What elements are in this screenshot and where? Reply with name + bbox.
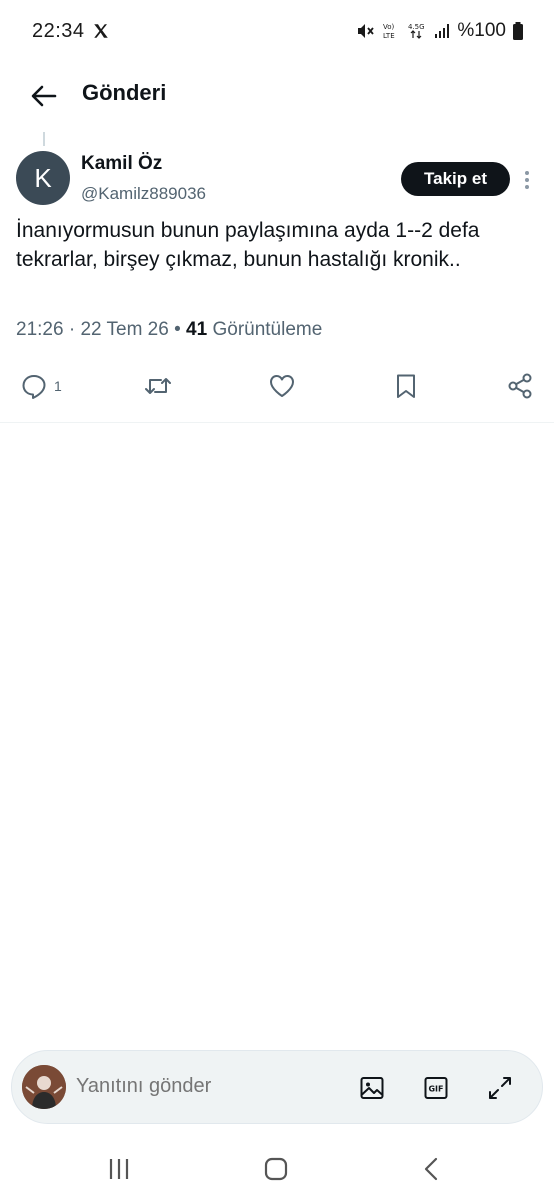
- like-icon: [270, 375, 294, 397]
- header: Gönderi: [0, 62, 554, 132]
- divider: [0, 422, 554, 423]
- recent-apps-icon[interactable]: [104, 1154, 134, 1184]
- like-button[interactable]: [268, 368, 296, 404]
- bookmark-button[interactable]: [392, 368, 420, 404]
- system-nav-bar: [0, 1136, 554, 1200]
- image-icon[interactable]: [358, 1074, 386, 1102]
- page-title: Gönderi: [82, 80, 167, 105]
- reply-input[interactable]: [76, 1075, 336, 1098]
- user-avatar: [22, 1065, 66, 1109]
- home-icon[interactable]: [261, 1154, 291, 1184]
- status-bar: 22:34 Vo) LTE 4.5G %100: [0, 0, 554, 62]
- battery-text: %100: [457, 20, 506, 41]
- svg-text:GIF: GIF: [428, 1085, 443, 1094]
- status-icons: Vo) LTE 4.5G %100: [355, 20, 524, 42]
- views-count[interactable]: 41: [186, 319, 207, 340]
- reply-button[interactable]: 1: [20, 368, 62, 404]
- battery-icon: [513, 22, 523, 40]
- gif-icon[interactable]: GIF: [422, 1074, 450, 1102]
- reply-count: 1: [54, 378, 62, 394]
- svg-text:Vo): Vo): [383, 23, 395, 31]
- author-name[interactable]: Kamil Öz: [81, 153, 162, 175]
- bookmark-icon: [397, 374, 415, 398]
- back-nav-icon[interactable]: [417, 1154, 447, 1184]
- x-logo-icon: [94, 24, 108, 38]
- 4-5g-icon: 4.5G: [408, 23, 425, 39]
- retweet-button[interactable]: [144, 368, 172, 404]
- views-label[interactable]: Görüntüleme: [212, 319, 322, 340]
- arrow-left-icon[interactable]: [28, 80, 60, 112]
- tweet-actions: 1: [0, 368, 554, 404]
- thread-line: [43, 132, 45, 146]
- follow-button[interactable]: Takip et: [401, 162, 510, 196]
- retweet-icon: [145, 378, 171, 394]
- svg-text:4.5G: 4.5G: [408, 23, 425, 31]
- more-options-icon[interactable]: [518, 166, 536, 194]
- share-icon: [508, 373, 532, 399]
- status-time: 22:34: [32, 20, 85, 42]
- meta-separator-bullet: •: [174, 319, 181, 340]
- share-button[interactable]: [506, 368, 534, 404]
- tweet-date[interactable]: 22 Tem 26: [80, 319, 168, 340]
- volte-icon: Vo) LTE: [383, 23, 395, 40]
- meta-separator: ·: [68, 319, 76, 340]
- reply-composer[interactable]: GIF: [11, 1050, 543, 1124]
- reply-icon: [22, 375, 46, 399]
- expand-icon[interactable]: [486, 1074, 514, 1102]
- tweet-time[interactable]: 21:26: [16, 319, 64, 340]
- tweet-text: İnanıyormusun bunun paylaşımına ayda 1--…: [16, 219, 480, 271]
- mute-icon: [358, 24, 375, 38]
- avatar-letter: K: [34, 162, 52, 193]
- svg-text:LTE: LTE: [383, 32, 395, 40]
- author-handle[interactable]: @Kamilz889036: [81, 184, 206, 204]
- tweet-meta: 21:26 · 22 Tem 26 • 41 Görüntüleme: [16, 319, 322, 341]
- signal-icon: [435, 24, 450, 38]
- avatar[interactable]: K: [16, 151, 70, 205]
